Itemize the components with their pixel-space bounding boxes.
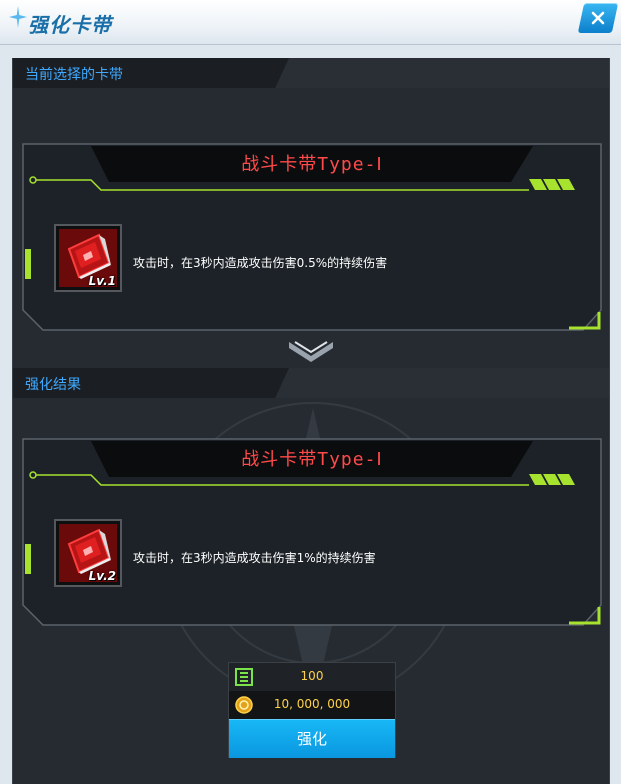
current-card-icon[interactable]: Lv.1	[54, 224, 122, 292]
window-titlebar: 强化卡带	[0, 0, 621, 45]
result-section-header: 强化结果	[13, 368, 289, 398]
result-card-level: Lv.2	[88, 569, 116, 583]
gold-cost-row: 10, 000, 000	[229, 691, 395, 719]
double-chevron-down-icon	[289, 341, 333, 362]
material-cost-row: 100	[229, 663, 395, 691]
result-card: 战斗卡带Type-Ⅰ Lv.2 攻击时，在3秒内造成攻击伤害1%的持续伤害	[21, 437, 603, 627]
result-card-icon[interactable]: Lv.2	[54, 519, 122, 587]
current-card-level: Lv.1	[88, 274, 116, 288]
current-card: 战斗卡带Type-Ⅰ Lv.1 攻击时，在3秒内造成攻击伤害0.5%的持续伤害	[21, 142, 603, 332]
result-card-description: 攻击时，在3秒内造成攻击伤害1%的持续伤害	[133, 551, 376, 565]
current-card-description: 攻击时，在3秒内造成攻击伤害0.5%的持续伤害	[133, 256, 388, 270]
enhance-button[interactable]: 强化	[229, 719, 395, 758]
material-amount: 100	[300, 669, 324, 683]
current-section-label: 当前选择的卡带	[25, 67, 123, 83]
close-icon	[591, 11, 605, 25]
gold-amount: 10, 000, 000	[273, 697, 351, 711]
current-section-header: 当前选择的卡带	[13, 58, 289, 88]
result-section-label: 强化结果	[25, 377, 81, 393]
sparkle-icon	[9, 6, 27, 28]
current-card-name: 战斗卡带Type-Ⅰ	[241, 154, 383, 175]
result-card-name: 战斗卡带Type-Ⅰ	[241, 449, 383, 470]
enhance-cost-box: 100 10, 000, 000 强化	[228, 662, 396, 758]
window-title: 强化卡带	[28, 13, 112, 37]
close-button[interactable]	[577, 3, 619, 33]
